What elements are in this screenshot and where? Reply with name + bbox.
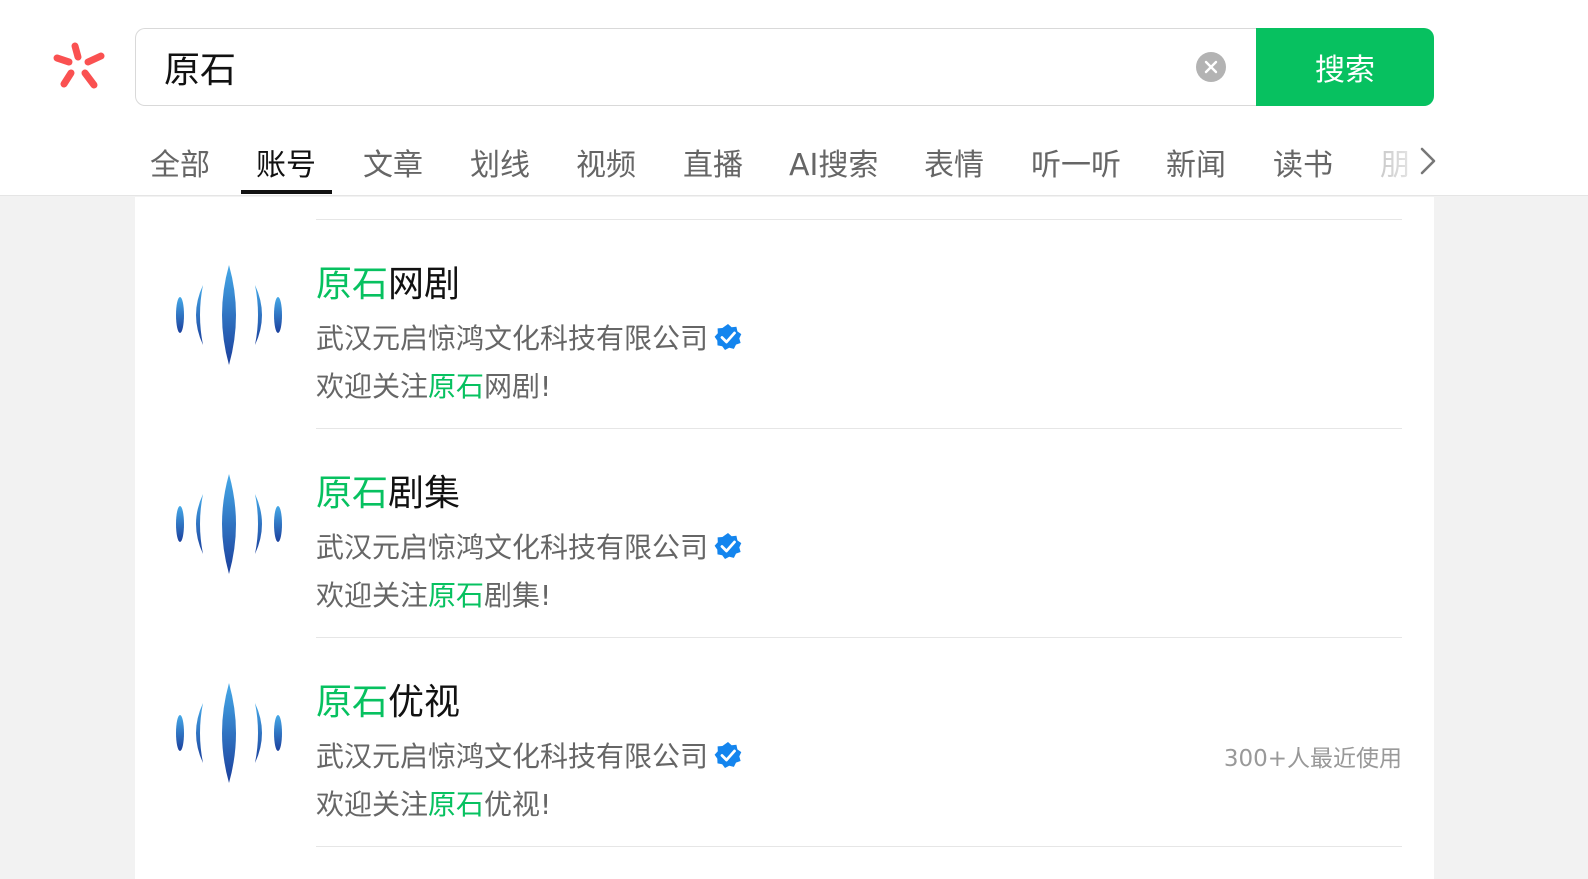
title-rest: 剧集 xyxy=(388,473,461,514)
tab-articles[interactable]: 文章 xyxy=(363,140,423,184)
verified-badge-icon xyxy=(714,742,742,768)
tab-videos[interactable]: 视频 xyxy=(576,140,636,184)
desc-highlight: 原石 xyxy=(428,788,485,821)
title-highlight: 原石 xyxy=(316,682,389,723)
verified-badge-icon xyxy=(714,324,742,350)
desc-prefix: 欢迎关注 xyxy=(316,370,429,403)
tab-live[interactable]: 直播 xyxy=(683,140,743,184)
search-header: 搜索 全部 账号 文章 划线 视频 直播 AI搜索 表情 听一听 新闻 读书 朋 xyxy=(0,0,1588,196)
chevron-right-icon[interactable] xyxy=(1416,146,1440,176)
company-name: 武汉元启惊鸿文化科技有限公司 xyxy=(316,740,709,773)
title-highlight: 原石 xyxy=(316,264,389,305)
search-box xyxy=(135,28,1260,106)
tab-accounts[interactable]: 账号 xyxy=(256,140,316,184)
desc-highlight: 原石 xyxy=(428,370,485,403)
account-description: 欢迎关注原石网剧! xyxy=(316,365,551,405)
account-description: 欢迎关注原石剧集! xyxy=(316,574,551,614)
account-company: 武汉元启惊鸿文化科技有限公司 xyxy=(316,317,742,357)
title-rest: 网剧 xyxy=(388,264,461,305)
title-highlight: 原石 xyxy=(316,473,389,514)
account-company: 武汉元启惊鸿文化科技有限公司 xyxy=(316,526,742,566)
account-result[interactable]: 原石优视 武汉元启惊鸿文化科技有限公司 欢迎关注原石优视! 300+人最近使用 xyxy=(135,637,1434,846)
tab-listen[interactable]: 听一听 xyxy=(1031,140,1121,184)
desc-prefix: 欢迎关注 xyxy=(316,579,429,612)
clear-icon[interactable] xyxy=(1196,52,1226,82)
company-name: 武汉元启惊鸿文化科技有限公司 xyxy=(316,322,709,355)
sound-wave-icon xyxy=(176,683,282,783)
desc-suffix: 网剧! xyxy=(484,370,552,403)
sound-wave-icon xyxy=(176,474,282,574)
account-result[interactable]: 原石网剧 武汉元启惊鸿文化科技有限公司 欢迎关注原石网剧! xyxy=(135,219,1434,428)
account-description: 欢迎关注原石优视! xyxy=(316,783,551,823)
wechat-search-logo-icon[interactable] xyxy=(52,40,106,94)
tab-news[interactable]: 新闻 xyxy=(1166,140,1226,184)
tab-stickers[interactable]: 表情 xyxy=(924,140,984,184)
desc-suffix: 优视! xyxy=(484,788,552,821)
title-rest: 优视 xyxy=(388,682,461,723)
tab-all[interactable]: 全部 xyxy=(150,140,210,184)
search-input[interactable] xyxy=(164,41,1164,93)
account-name[interactable]: 原石优视 xyxy=(316,673,460,725)
tab-highlights[interactable]: 划线 xyxy=(470,140,530,184)
verified-badge-icon xyxy=(714,533,742,559)
tab-books[interactable]: 读书 xyxy=(1273,140,1333,184)
company-name: 武汉元启惊鸿文化科技有限公司 xyxy=(316,531,709,564)
account-name[interactable]: 原石剧集 xyxy=(316,464,460,516)
account-company: 武汉元启惊鸿文化科技有限公司 xyxy=(316,735,742,775)
sound-wave-icon xyxy=(176,265,282,365)
results-panel: 原石网剧 武汉元启惊鸿文化科技有限公司 欢迎关注原石网剧! 原石剧集 武汉元启惊… xyxy=(135,197,1434,879)
desc-highlight: 原石 xyxy=(428,579,485,612)
recent-usage-count: 300+人最近使用 xyxy=(1223,746,1402,772)
tab-ai-search[interactable]: AI搜索 xyxy=(789,140,878,184)
category-tabs: 全部 账号 文章 划线 视频 直播 AI搜索 表情 听一听 新闻 读书 朋 xyxy=(0,130,1588,196)
desc-suffix: 剧集! xyxy=(484,579,552,612)
account-result[interactable]: 原石剧集 武汉元启惊鸿文化科技有限公司 欢迎关注原石剧集! xyxy=(135,428,1434,637)
result-divider xyxy=(316,846,1402,847)
active-tab-indicator xyxy=(241,190,332,194)
search-button[interactable]: 搜索 xyxy=(1256,28,1434,106)
account-name[interactable]: 原石网剧 xyxy=(316,255,460,307)
desc-prefix: 欢迎关注 xyxy=(316,788,429,821)
